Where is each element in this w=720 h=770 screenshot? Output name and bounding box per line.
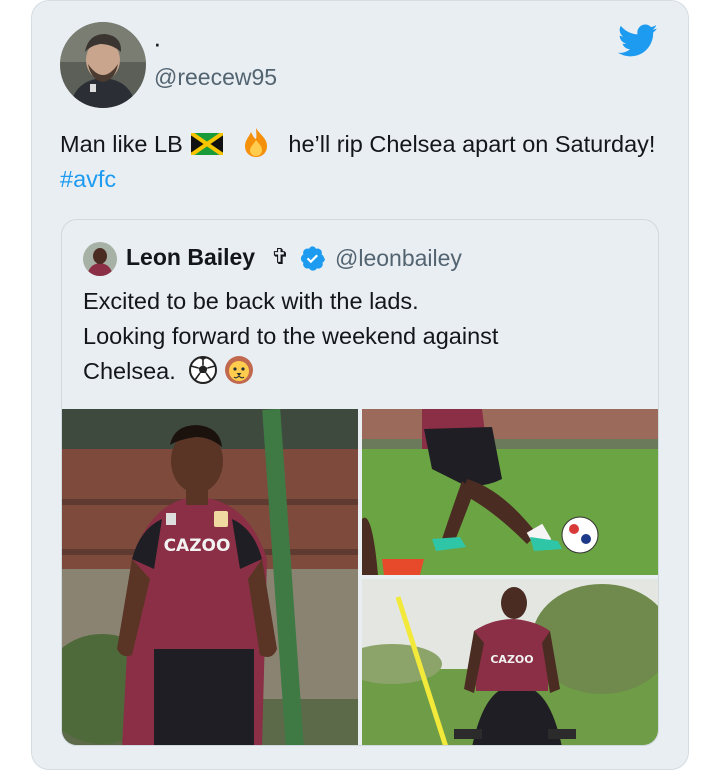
quoted-name-symbol: ✞ [271,244,290,269]
quoted-text-line2: Looking forward to the weekend against [83,323,499,349]
quoted-author-avatar[interactable] [83,242,117,276]
quoted-text-line1: Excited to be back with the lads. [83,288,419,314]
media-photo-3[interactable]: CAZOO [362,579,658,745]
jamaica-flag-icon [190,130,225,157]
media-photo-2[interactable] [362,409,658,575]
author-handle[interactable]: @reecew95 [154,64,277,91]
verified-badge-icon [299,245,326,272]
tweet-text-part1: Man like LB [60,131,183,157]
hashtag-link[interactable]: #avfc [60,166,116,192]
shirt-sponsor-text: CAZOO [164,536,231,556]
shirt-sponsor-text-2: CAZOO [490,653,533,666]
media-photo-1[interactable]: CAZOO [62,409,358,745]
fire-icon [240,126,272,158]
quoted-tweet[interactable]: Leon Bailey ✞ @leonbailey Excited to be … [61,219,659,746]
author-display-name[interactable]: · [153,30,162,56]
quoted-text-line3-wrap: Chelsea. [83,354,643,389]
tweet-text-part2: he’ll rip Chelsea apart on Saturday! [288,131,656,157]
quoted-author-handle[interactable]: @leonbailey [335,245,462,272]
quoted-tweet-text: Excited to be back with the lads. Lookin… [83,284,643,389]
tweet-text: Man like LB he’ll rip Chelsea apart on S… [60,126,660,197]
quoted-text-line3: Chelsea. [83,358,176,384]
lion-face-icon [224,355,254,385]
twitter-logo-icon[interactable] [618,24,658,58]
author-avatar[interactable] [60,22,146,108]
quoted-author-name[interactable]: Leon Bailey [126,244,255,271]
soccer-ball-icon [188,355,218,385]
